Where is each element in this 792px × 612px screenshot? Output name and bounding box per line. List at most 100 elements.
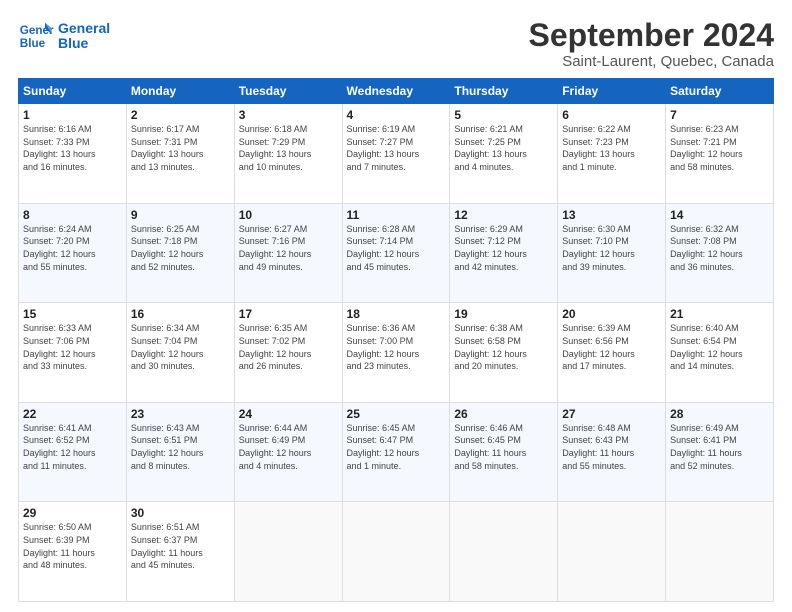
calendar-cell: 6Sunrise: 6:22 AM Sunset: 7:23 PM Daylig…: [558, 104, 666, 204]
day-info: Sunrise: 6:51 AM Sunset: 6:37 PM Dayligh…: [131, 521, 230, 571]
weekday-header-row: SundayMondayTuesdayWednesdayThursdayFrid…: [19, 79, 774, 104]
calendar-cell: 27Sunrise: 6:48 AM Sunset: 6:43 PM Dayli…: [558, 402, 666, 502]
calendar-cell: 14Sunrise: 6:32 AM Sunset: 7:08 PM Dayli…: [666, 203, 774, 303]
weekday-tuesday: Tuesday: [234, 79, 342, 104]
day-info: Sunrise: 6:32 AM Sunset: 7:08 PM Dayligh…: [670, 223, 769, 273]
calendar-cell: 3Sunrise: 6:18 AM Sunset: 7:29 PM Daylig…: [234, 104, 342, 204]
logo-icon: General Blue: [18, 18, 54, 54]
day-info: Sunrise: 6:29 AM Sunset: 7:12 PM Dayligh…: [454, 223, 553, 273]
calendar-cell: 8Sunrise: 6:24 AM Sunset: 7:20 PM Daylig…: [19, 203, 127, 303]
calendar-cell: 23Sunrise: 6:43 AM Sunset: 6:51 PM Dayli…: [126, 402, 234, 502]
logo-line1: General: [58, 20, 110, 36]
calendar-cell: 26Sunrise: 6:46 AM Sunset: 6:45 PM Dayli…: [450, 402, 558, 502]
day-number: 3: [239, 108, 338, 122]
day-info: Sunrise: 6:34 AM Sunset: 7:04 PM Dayligh…: [131, 322, 230, 372]
day-info: Sunrise: 6:16 AM Sunset: 7:33 PM Dayligh…: [23, 123, 122, 173]
weekday-thursday: Thursday: [450, 79, 558, 104]
day-number: 5: [454, 108, 553, 122]
day-info: Sunrise: 6:22 AM Sunset: 7:23 PM Dayligh…: [562, 123, 661, 173]
calendar-cell: 12Sunrise: 6:29 AM Sunset: 7:12 PM Dayli…: [450, 203, 558, 303]
day-info: Sunrise: 6:17 AM Sunset: 7:31 PM Dayligh…: [131, 123, 230, 173]
calendar-cell: 5Sunrise: 6:21 AM Sunset: 7:25 PM Daylig…: [450, 104, 558, 204]
calendar-week-4: 22Sunrise: 6:41 AM Sunset: 6:52 PM Dayli…: [19, 402, 774, 502]
day-number: 6: [562, 108, 661, 122]
day-info: Sunrise: 6:21 AM Sunset: 7:25 PM Dayligh…: [454, 123, 553, 173]
day-info: Sunrise: 6:35 AM Sunset: 7:02 PM Dayligh…: [239, 322, 338, 372]
day-info: Sunrise: 6:27 AM Sunset: 7:16 PM Dayligh…: [239, 223, 338, 273]
day-number: 11: [347, 208, 446, 222]
calendar-cell: 24Sunrise: 6:44 AM Sunset: 6:49 PM Dayli…: [234, 402, 342, 502]
page-subtitle: Saint-Laurent, Quebec, Canada: [529, 53, 774, 70]
day-number: 14: [670, 208, 769, 222]
day-info: Sunrise: 6:28 AM Sunset: 7:14 PM Dayligh…: [347, 223, 446, 273]
day-info: Sunrise: 6:44 AM Sunset: 6:49 PM Dayligh…: [239, 422, 338, 472]
calendar-cell: 17Sunrise: 6:35 AM Sunset: 7:02 PM Dayli…: [234, 303, 342, 403]
calendar-cell: [450, 502, 558, 602]
day-info: Sunrise: 6:38 AM Sunset: 6:58 PM Dayligh…: [454, 322, 553, 372]
calendar-week-2: 8Sunrise: 6:24 AM Sunset: 7:20 PM Daylig…: [19, 203, 774, 303]
calendar-cell: 28Sunrise: 6:49 AM Sunset: 6:41 PM Dayli…: [666, 402, 774, 502]
day-info: Sunrise: 6:18 AM Sunset: 7:29 PM Dayligh…: [239, 123, 338, 173]
page-title: September 2024: [529, 18, 774, 53]
logo-text: General Blue: [58, 21, 110, 52]
day-info: Sunrise: 6:41 AM Sunset: 6:52 PM Dayligh…: [23, 422, 122, 472]
day-info: Sunrise: 6:50 AM Sunset: 6:39 PM Dayligh…: [23, 521, 122, 571]
day-info: Sunrise: 6:40 AM Sunset: 6:54 PM Dayligh…: [670, 322, 769, 372]
calendar-cell: 19Sunrise: 6:38 AM Sunset: 6:58 PM Dayli…: [450, 303, 558, 403]
day-info: Sunrise: 6:49 AM Sunset: 6:41 PM Dayligh…: [670, 422, 769, 472]
calendar-cell: 1Sunrise: 6:16 AM Sunset: 7:33 PM Daylig…: [19, 104, 127, 204]
calendar-cell: 15Sunrise: 6:33 AM Sunset: 7:06 PM Dayli…: [19, 303, 127, 403]
title-block: September 2024 Saint-Laurent, Quebec, Ca…: [529, 18, 774, 70]
day-number: 25: [347, 407, 446, 421]
calendar-header: SundayMondayTuesdayWednesdayThursdayFrid…: [19, 79, 774, 104]
calendar-cell: 9Sunrise: 6:25 AM Sunset: 7:18 PM Daylig…: [126, 203, 234, 303]
day-number: 8: [23, 208, 122, 222]
day-number: 28: [670, 407, 769, 421]
day-number: 21: [670, 307, 769, 321]
calendar-cell: 30Sunrise: 6:51 AM Sunset: 6:37 PM Dayli…: [126, 502, 234, 602]
calendar-week-1: 1Sunrise: 6:16 AM Sunset: 7:33 PM Daylig…: [19, 104, 774, 204]
day-number: 4: [347, 108, 446, 122]
logo: General Blue General Blue: [18, 18, 110, 54]
calendar: SundayMondayTuesdayWednesdayThursdayFrid…: [18, 78, 774, 602]
day-number: 30: [131, 506, 230, 520]
day-number: 18: [347, 307, 446, 321]
day-info: Sunrise: 6:19 AM Sunset: 7:27 PM Dayligh…: [347, 123, 446, 173]
calendar-cell: 21Sunrise: 6:40 AM Sunset: 6:54 PM Dayli…: [666, 303, 774, 403]
day-info: Sunrise: 6:25 AM Sunset: 7:18 PM Dayligh…: [131, 223, 230, 273]
day-info: Sunrise: 6:24 AM Sunset: 7:20 PM Dayligh…: [23, 223, 122, 273]
calendar-cell: 13Sunrise: 6:30 AM Sunset: 7:10 PM Dayli…: [558, 203, 666, 303]
calendar-week-5: 29Sunrise: 6:50 AM Sunset: 6:39 PM Dayli…: [19, 502, 774, 602]
day-number: 24: [239, 407, 338, 421]
calendar-cell: 18Sunrise: 6:36 AM Sunset: 7:00 PM Dayli…: [342, 303, 450, 403]
day-number: 9: [131, 208, 230, 222]
calendar-cell: 22Sunrise: 6:41 AM Sunset: 6:52 PM Dayli…: [19, 402, 127, 502]
day-number: 26: [454, 407, 553, 421]
day-number: 20: [562, 307, 661, 321]
weekday-saturday: Saturday: [666, 79, 774, 104]
calendar-cell: 29Sunrise: 6:50 AM Sunset: 6:39 PM Dayli…: [19, 502, 127, 602]
day-number: 17: [239, 307, 338, 321]
day-info: Sunrise: 6:48 AM Sunset: 6:43 PM Dayligh…: [562, 422, 661, 472]
day-number: 29: [23, 506, 122, 520]
day-number: 23: [131, 407, 230, 421]
calendar-cell: 4Sunrise: 6:19 AM Sunset: 7:27 PM Daylig…: [342, 104, 450, 204]
day-info: Sunrise: 6:30 AM Sunset: 7:10 PM Dayligh…: [562, 223, 661, 273]
calendar-week-3: 15Sunrise: 6:33 AM Sunset: 7:06 PM Dayli…: [19, 303, 774, 403]
day-info: Sunrise: 6:23 AM Sunset: 7:21 PM Dayligh…: [670, 123, 769, 173]
calendar-cell: 25Sunrise: 6:45 AM Sunset: 6:47 PM Dayli…: [342, 402, 450, 502]
weekday-friday: Friday: [558, 79, 666, 104]
calendar-cell: 11Sunrise: 6:28 AM Sunset: 7:14 PM Dayli…: [342, 203, 450, 303]
day-number: 13: [562, 208, 661, 222]
day-number: 12: [454, 208, 553, 222]
calendar-cell: 10Sunrise: 6:27 AM Sunset: 7:16 PM Dayli…: [234, 203, 342, 303]
day-info: Sunrise: 6:33 AM Sunset: 7:06 PM Dayligh…: [23, 322, 122, 372]
calendar-cell: [666, 502, 774, 602]
day-info: Sunrise: 6:46 AM Sunset: 6:45 PM Dayligh…: [454, 422, 553, 472]
day-number: 27: [562, 407, 661, 421]
calendar-cell: [558, 502, 666, 602]
day-number: 2: [131, 108, 230, 122]
weekday-wednesday: Wednesday: [342, 79, 450, 104]
calendar-cell: [342, 502, 450, 602]
day-number: 19: [454, 307, 553, 321]
